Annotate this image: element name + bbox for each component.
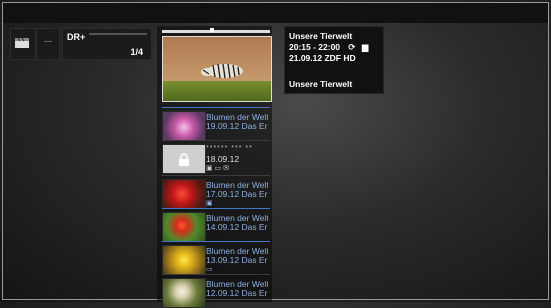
recording-tile[interactable]: DR+ 1/4 (62, 28, 152, 60)
item-subtitle: 17.09.12 Das Er (206, 189, 268, 199)
program-time: 20:15 - 22:00 ⟳ ▆ (289, 42, 368, 53)
hd-icon: ▣ (206, 200, 213, 207)
clapper-icon (15, 38, 29, 48)
item-subtitle: 13.09.12 Das Er (206, 255, 268, 265)
item-icons: ▣ ▭ ✉ (206, 164, 229, 172)
item-subtitle: 12.09.12 Das Er (206, 288, 268, 298)
recording-progress-bar (89, 33, 147, 35)
program-title: Unsere Tierwelt (289, 31, 353, 41)
tv-icon: ▭ (214, 165, 222, 172)
mail-icon: ✉ (223, 165, 230, 172)
zebra-image (201, 63, 243, 79)
more-dots: ... (43, 34, 53, 45)
program-time-text: 20:15 - 22:00 (289, 42, 341, 52)
item-subtitle: 14.09.12 Das Er (206, 222, 268, 232)
list-item[interactable]: Blumen der Welt 13.09.12 Das Er ▭ (162, 241, 272, 275)
list-item[interactable]: Blumen der Welt 14.09.12 Das Er (162, 208, 272, 242)
list-separator (162, 208, 270, 209)
item-subtitle: 19.09.12 Das Er (206, 121, 268, 131)
list-item[interactable]: Blumen der Welt 17.09.12 Das Er ▣ (162, 175, 272, 209)
lock-thumbnail (162, 144, 206, 174)
item-subtitle: 18.09.12 (206, 154, 240, 164)
red-flower-thumbnail (162, 179, 206, 209)
hero-progress-marker (210, 28, 214, 32)
yellow-flower-thumbnail (162, 245, 206, 275)
clapper-tile[interactable] (10, 28, 36, 60)
hero-preview[interactable] (162, 36, 272, 102)
program-date-channel: 21.09.12 ZDF HD (289, 53, 356, 63)
top-bar (3, 3, 548, 23)
item-icons: ▭ (206, 265, 213, 273)
list-separator (162, 241, 270, 242)
hero-ground (163, 80, 271, 101)
list-separator (162, 140, 270, 141)
list-separator (162, 107, 270, 108)
program-info-panel: Unsere Tierwelt 20:15 - 22:00 ⟳ ▆ 21.09.… (284, 26, 384, 94)
list-separator (162, 175, 270, 176)
folder-icon: ▆ (361, 42, 369, 52)
item-icons: ▣ (206, 199, 213, 207)
program-subtitle: Unsere Tierwelt (289, 79, 353, 89)
list-separator (162, 274, 270, 275)
list-item[interactable]: Blumen der Welt 19.09.12 Das Er (162, 107, 272, 141)
white-flower-thumbnail (162, 278, 206, 308)
red-flower-green-thumbnail (162, 212, 206, 242)
hd-icon: ▣ (206, 165, 213, 172)
repeat-icon: ⟳ (348, 42, 356, 52)
pink-flower-thumbnail (162, 111, 206, 141)
recording-label: DR+ (67, 32, 86, 42)
tv-icon: ▭ (206, 266, 213, 273)
lock-icon (179, 153, 189, 166)
item-title: ****** *** ** (206, 145, 253, 152)
more-tile[interactable]: ... (36, 28, 60, 60)
list-item-locked[interactable]: ****** *** ** 18.09.12 ▣ ▭ ✉ (162, 140, 272, 174)
hero-progress-bar (162, 30, 270, 33)
list-item[interactable]: Blumen der Welt 12.09.12 Das Er (162, 274, 272, 308)
recording-count: 1/4 (130, 47, 143, 57)
